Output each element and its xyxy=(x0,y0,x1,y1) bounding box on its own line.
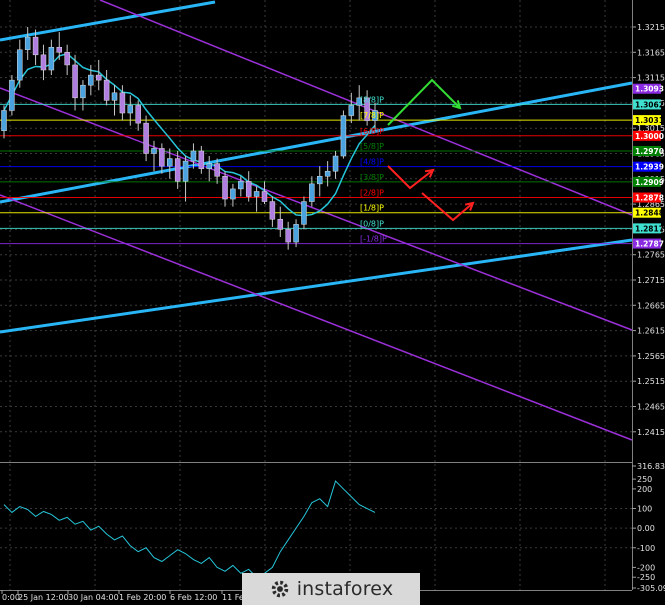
price-tick-label: 1.3115 xyxy=(637,74,665,83)
price-tag-label: 1.2939 xyxy=(635,163,664,172)
candle-body xyxy=(119,92,126,114)
price-tick-label: 1.2765 xyxy=(637,251,665,260)
murrey-label: [8/8]P xyxy=(360,95,384,104)
murrey-label: [3/8]P xyxy=(360,173,384,182)
indicator-tick-label: 100 xyxy=(637,505,652,514)
candle-body xyxy=(167,158,173,167)
price-tag-label: 1.3062 xyxy=(635,100,664,109)
murrey-label: [5/8]P xyxy=(360,142,384,151)
indicator-tick-label: -200 xyxy=(637,563,655,572)
candle-body xyxy=(32,36,39,56)
time-tick-label: 25 Jan 12:00 xyxy=(18,593,69,602)
indicator-tick-label: 200 xyxy=(637,485,652,494)
gear-icon xyxy=(271,580,288,598)
time-tick-label: 30 Jan 04:00 xyxy=(68,593,119,602)
candle-body xyxy=(151,148,157,154)
candle-body xyxy=(1,110,7,131)
candle-body xyxy=(40,54,47,71)
time-tick-label: 6 Feb 12:00 xyxy=(170,593,217,602)
price-tag-label: 1.3000 xyxy=(635,132,664,141)
candle-body xyxy=(56,46,63,53)
candle-body xyxy=(206,163,212,169)
candle-body xyxy=(80,84,86,99)
candle-body xyxy=(261,191,268,202)
murrey-label: [6/8]P xyxy=(360,127,384,136)
candle-body xyxy=(332,155,339,172)
candle-body xyxy=(316,176,323,185)
candle-body xyxy=(48,46,55,71)
price-tick-label: 1.2565 xyxy=(637,352,665,361)
instaforex-logo: instaforex xyxy=(242,573,420,605)
candle-body xyxy=(72,64,78,99)
candle-body xyxy=(111,92,118,101)
candle-body xyxy=(143,122,149,154)
candle-body xyxy=(222,176,228,200)
price-tag-label: 1.3031 xyxy=(635,116,664,125)
price-tick-label: 1.2615 xyxy=(637,327,665,336)
candle-body xyxy=(103,79,110,101)
indicator-tick-label: -100 xyxy=(637,544,655,553)
candle-body xyxy=(17,49,23,81)
candle-body xyxy=(238,181,244,190)
price-tag-label: 1.3093 xyxy=(635,85,664,94)
candle-body xyxy=(293,224,299,243)
candle-body xyxy=(127,105,134,114)
murrey-label: [1/8]P xyxy=(360,204,384,213)
candle-body xyxy=(340,115,347,157)
price-tick-label: 1.2665 xyxy=(637,301,665,310)
indicator-tick-label: -305.0969 xyxy=(637,584,665,593)
candle-body xyxy=(285,229,291,243)
murrey-label: [2/8]P xyxy=(360,189,384,198)
candle-body xyxy=(24,36,31,51)
price-tick-label: 1.2415 xyxy=(637,428,665,437)
indicator-tick-label: -250 xyxy=(637,573,655,582)
candle-body xyxy=(309,183,315,202)
murrey-label: [0/8]P xyxy=(360,219,384,228)
indicator-tick-label: 316.8344 xyxy=(637,462,665,471)
candle-body xyxy=(230,188,236,200)
price-tags: 1.3093 1.3062 1.3031 1.3000 1.2970 1.2939 1.29… xyxy=(633,83,664,249)
candle-body xyxy=(190,150,197,162)
price-tag-label: 1.2970 xyxy=(635,147,664,156)
time-tick-label: 1 Feb 20:00 xyxy=(119,593,166,602)
murrey-label: [-1/8]P xyxy=(360,235,387,244)
price-tick-label: 1.2465 xyxy=(637,403,665,412)
candle-body xyxy=(182,160,189,182)
price-tick-label: 1.3165 xyxy=(637,48,665,57)
candle-body xyxy=(214,163,220,177)
indicator-tick-label: 0.00 xyxy=(637,524,655,533)
price-tag-label: 1.2817 xyxy=(635,224,664,233)
murrey-label: [4/8]P xyxy=(360,158,384,167)
indicator-tick-label: 250 xyxy=(637,475,652,484)
candle-body xyxy=(9,79,15,111)
candle-body xyxy=(245,181,252,197)
candle-body xyxy=(301,201,307,225)
price-tag-label: 1.2878 xyxy=(635,194,664,203)
candle-body xyxy=(269,201,276,220)
price-tag-label: 1.2848 xyxy=(635,209,664,218)
murrey-label: [7/8]P xyxy=(360,111,384,120)
candle-body xyxy=(88,74,94,86)
chart-area: [8/8]P [7/8]P [6/8]P [5/8]P [4/8]P [3/8]P [2/8… xyxy=(0,0,665,605)
candle-body xyxy=(135,105,141,124)
candle-body xyxy=(64,52,70,66)
price-tag-label: 1.2787 xyxy=(635,240,664,249)
price-tag-label: 1.2909 xyxy=(635,178,664,187)
price-tick-label: 1.2515 xyxy=(637,377,665,386)
price-tick-label: 1.2715 xyxy=(637,276,665,285)
candle-body xyxy=(324,170,331,177)
candle-body xyxy=(95,74,102,81)
candle-body xyxy=(253,191,260,197)
candle-body xyxy=(198,150,205,169)
candle-body xyxy=(174,158,181,182)
candle-body xyxy=(277,219,284,230)
candle-body xyxy=(348,105,355,116)
price-tick-label: 1.3215 xyxy=(637,23,665,32)
candle-body xyxy=(159,148,165,167)
